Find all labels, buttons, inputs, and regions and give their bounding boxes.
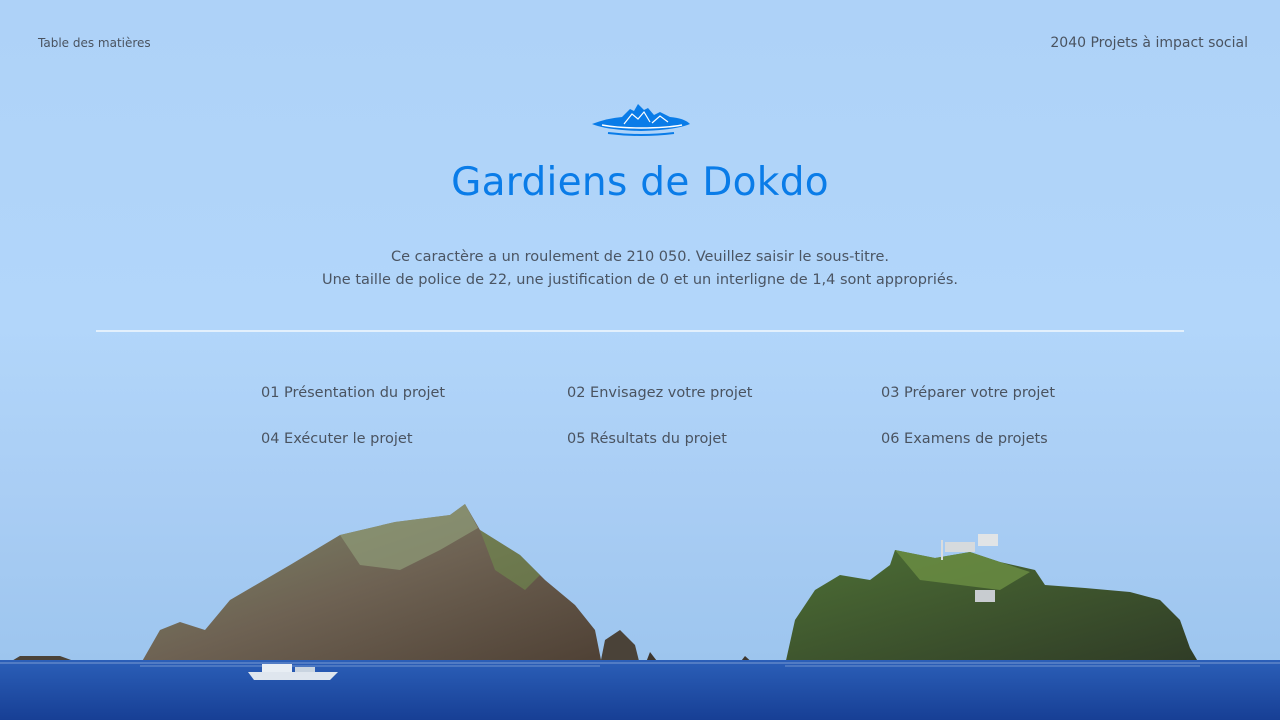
toc-item-06[interactable]: 06 Examens de projets xyxy=(881,431,1048,447)
toc-item-05[interactable]: 05 Résultats du projet xyxy=(567,431,727,447)
toc-item-02[interactable]: 02 Envisagez votre projet xyxy=(567,385,752,401)
toc-header-label: Table des matières xyxy=(38,36,151,50)
dokdo-islands-illustration xyxy=(0,504,1280,720)
divider xyxy=(96,330,1184,332)
toc-item-01[interactable]: 01 Présentation du projet xyxy=(261,385,445,401)
subtitle: Ce caractère a un roulement de 210 050. … xyxy=(0,246,1280,292)
project-header-label: 2040 Projets à impact social xyxy=(1050,35,1248,51)
toc-item-04[interactable]: 04 Exécuter le projet xyxy=(261,431,413,447)
page-title: Gardiens de Dokdo xyxy=(451,160,829,205)
subtitle-line-1: Ce caractère a un roulement de 210 050. … xyxy=(391,249,889,265)
island-mountain-icon xyxy=(592,104,690,136)
toc-item-03[interactable]: 03 Préparer votre projet xyxy=(881,385,1055,401)
subtitle-line-2: Une taille de police de 22, une justific… xyxy=(321,272,958,288)
